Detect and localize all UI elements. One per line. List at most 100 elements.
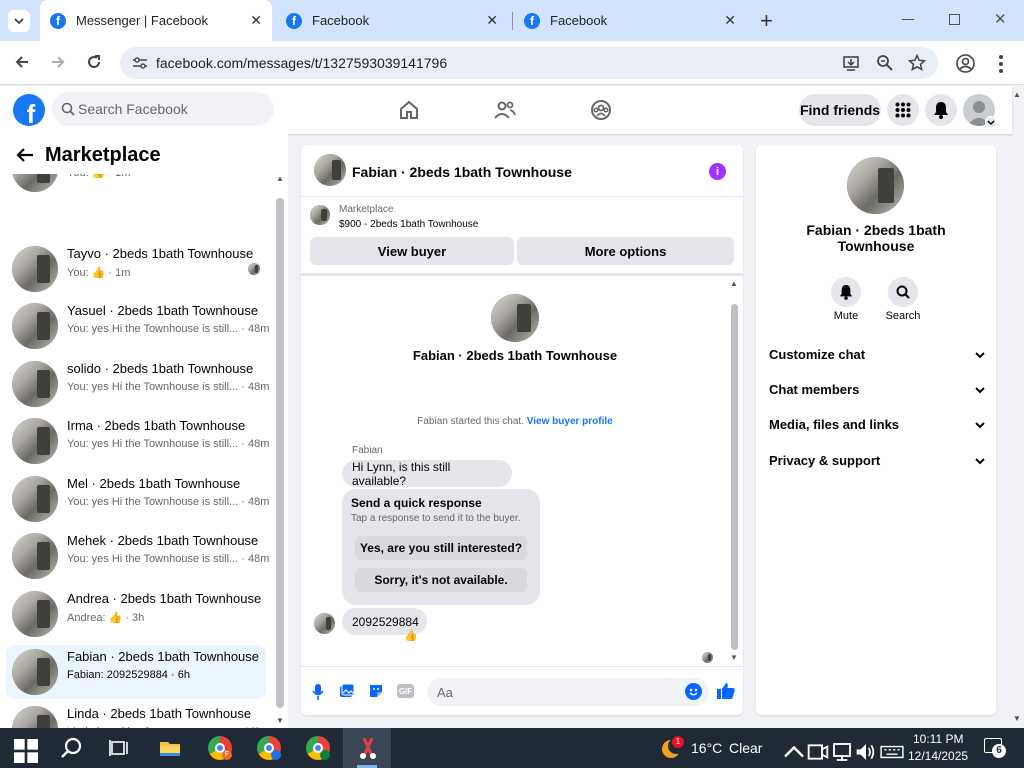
tab-search-button[interactable] [8,10,30,32]
mute-button[interactable] [831,277,861,307]
photo-icon[interactable] [339,683,355,699]
message-input[interactable]: Aa [427,678,709,706]
close-tab-icon[interactable]: ✕ [724,12,736,29]
chrome-profile-3-icon[interactable] [306,736,330,760]
sender-avatar[interactable] [314,613,335,634]
forward-arrow-icon[interactable] [49,53,67,71]
conversation-item[interactable]: Andrea · 2beds 1bath Townhouse Andrea: 👍 … [6,587,266,641]
close-window-icon[interactable]: ✕ [994,10,1007,28]
chat-scrollbar[interactable] [731,304,738,650]
conversation-item[interactable]: Maar · 2beds 1bath TownhouseYou: 👍 · 1m [6,174,266,196]
profile-icon[interactable] [956,54,975,73]
message-bubble[interactable]: Hi Lynn, is this still available? [342,460,512,488]
conversation-info-button[interactable]: i [709,163,726,180]
clock-date[interactable]: 12/14/2025 [908,749,968,763]
chat-header-avatar[interactable] [314,154,346,186]
file-explorer-icon[interactable] [158,736,182,760]
tab-title: Facebook [312,13,370,28]
chrome-icon[interactable]: F [208,736,232,760]
new-tab-button[interactable]: + [760,8,773,34]
thumbs-up-send-icon[interactable] [716,681,736,701]
page-scroll-down-icon[interactable]: ▼ [1013,714,1021,723]
emoji-icon[interactable] [685,683,702,700]
weather-temp[interactable]: 16°C [691,740,722,756]
media-files-links-row[interactable]: Media, files and links [769,417,985,432]
view-buyer-profile-link[interactable]: View buyer profile [527,416,613,427]
task-view-icon[interactable] [108,736,132,760]
conversation-item[interactable]: Mehek · 2beds 1bath Townhouse You: yes Hi… [6,529,269,583]
address-bar[interactable]: facebook.com/messages/t/1327593039141796 [120,47,938,79]
listing-detail[interactable]: $900 - 2beds 1bath Townhouse [339,219,478,230]
windows-start-icon[interactable] [14,739,38,763]
conversation-list-scrollbar[interactable] [276,198,284,708]
quick-reply-button-no[interactable]: Sorry, it's not available. [355,568,527,592]
listing-thumbnail[interactable] [310,205,330,225]
view-buyer-button[interactable]: View buyer [310,237,514,265]
browser-menu-icon[interactable] [999,55,1003,73]
groups-icon[interactable] [589,98,613,122]
install-app-icon[interactable] [842,54,860,72]
privacy-support-row[interactable]: Privacy & support [769,453,985,468]
chat-scroll-down-icon[interactable]: ▼ [730,653,738,662]
chrome-profile-2-icon[interactable] [257,736,281,760]
conversation-name: Fabian · 2beds 1bath Townhouse [67,649,260,664]
meet-now-icon[interactable] [806,740,830,764]
volume-icon[interactable] [854,740,878,764]
search-conversation-button[interactable] [888,277,918,307]
snipping-tool-icon[interactable] [356,736,380,760]
list-scroll-up-icon[interactable]: ▲ [276,174,284,183]
account-chevron-icon[interactable] [985,116,997,128]
chat-header-title[interactable]: Fabian · 2beds 1bath Townhouse [352,164,572,180]
mute-label: Mute [833,310,859,322]
reload-icon[interactable] [85,53,103,71]
tab-facebook-1[interactable]: f Facebook ✕ [276,0,508,41]
friends-icon[interactable] [493,98,517,122]
close-tab-icon[interactable]: ✕ [250,12,262,29]
chat-members-row[interactable]: Chat members [769,382,985,397]
weather-moon-icon[interactable]: 1 [660,736,684,760]
site-settings-icon[interactable] [132,56,148,70]
chevron-up-icon[interactable] [782,740,806,764]
keyboard-icon[interactable] [880,740,904,764]
gif-icon[interactable]: GIF [397,684,414,698]
quick-reply-button-yes[interactable]: Yes, are you still interested? [355,536,527,560]
close-tab-icon[interactable]: ✕ [486,12,498,29]
details-avatar[interactable] [847,157,904,214]
search-icon[interactable] [60,736,84,760]
thumbs-up-reaction-icon[interactable]: 👍 [404,629,418,642]
microphone-icon[interactable] [311,683,325,701]
conversation-item[interactable]: Fabian · 2beds 1bath Townhouse Fabian: 20… [6,645,266,699]
conversation-item[interactable]: Irma · 2beds 1bath Townhouse You: yes Hi … [6,414,269,468]
minimize-window-icon[interactable] [902,19,914,20]
list-scroll-down-icon[interactable]: ▼ [276,716,284,725]
conversation-avatar [12,476,58,522]
more-options-button[interactable]: More options [517,237,734,265]
weather-desc[interactable]: Clear [729,740,762,756]
back-arrow-icon[interactable] [13,53,31,71]
notification-center-icon[interactable]: 6 [984,738,1006,758]
page-scroll-up-icon[interactable]: ▲ [1013,90,1021,99]
conversation-item[interactable]: Mel · 2beds 1bath Townhouse You: yes Hi t… [6,472,269,526]
conversation-item[interactable]: Yasuel · 2beds 1bath Townhouse You: yes H… [6,299,269,353]
conversation-item[interactable]: Tayvo · 2beds 1bath Townhouse You: 👍 · 1m [6,242,266,296]
conversation-item[interactable]: Linda · 2beds 1bath TownhouseLinda is wa… [6,702,266,728]
restore-window-icon[interactable] [949,14,960,25]
bookmark-star-icon[interactable] [908,54,926,72]
home-icon[interactable] [397,98,421,122]
find-friends-button[interactable]: Find friends [799,94,881,126]
conversation-item[interactable]: solido · 2beds 1bath Townhouse You: yes H… [6,357,269,411]
clock-time[interactable]: 10:11 PM [913,732,963,746]
tab-facebook-2[interactable]: f Facebook ✕ [514,0,746,41]
sticker-icon[interactable] [368,683,384,699]
intro-avatar[interactable] [491,294,539,342]
facebook-search-input[interactable]: Search Facebook [52,92,274,126]
menu-grid-button[interactable] [887,94,919,126]
chat-scroll-up-icon[interactable]: ▲ [730,279,738,288]
back-arrow-icon[interactable] [16,147,34,163]
facebook-logo-icon[interactable]: f [13,94,45,126]
customize-chat-row[interactable]: Customize chat [769,347,985,362]
network-icon[interactable] [830,740,854,764]
zoom-icon[interactable] [876,54,894,72]
notifications-button[interactable] [925,94,957,126]
tab-messenger[interactable]: f Messenger | Facebook ✕ [40,0,272,41]
